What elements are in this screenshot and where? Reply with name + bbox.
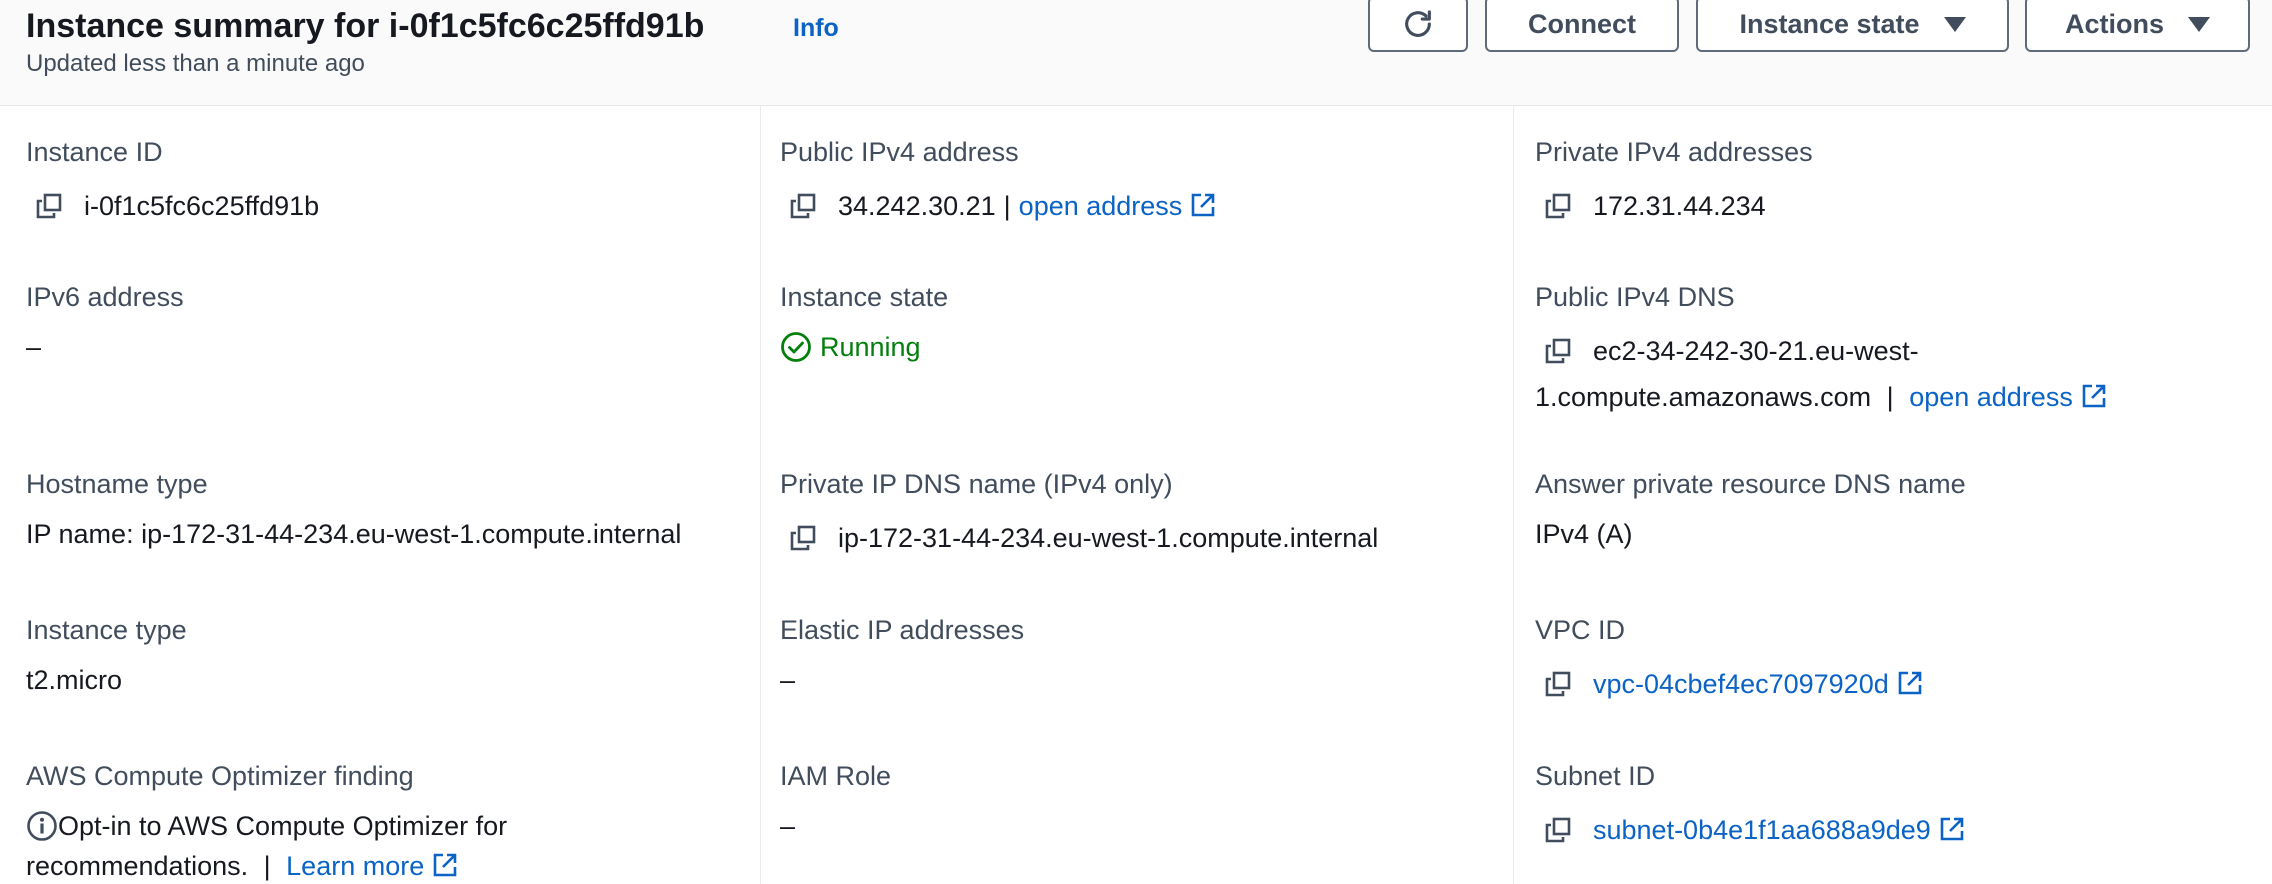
external-link-icon (1898, 671, 1922, 695)
open-address-link-text: open address (1909, 382, 2073, 412)
field-label: Answer private resource DNS name (1535, 469, 1966, 499)
external-link-icon (433, 853, 457, 877)
optimizer-message: Opt-in to AWS Compute Optimizer for (58, 811, 508, 841)
vpc-id-link[interactable]: vpc-04cbef4ec7097920d (1593, 667, 1923, 701)
open-address-link-text: open address (1018, 191, 1183, 221)
copy-icon[interactable] (1545, 671, 1571, 697)
info-circle-icon (27, 811, 57, 841)
field-instance-type: Instance type t2.micro (26, 613, 187, 697)
copy-icon[interactable] (1545, 817, 1571, 843)
refresh-button[interactable] (1368, 0, 1468, 52)
subnet-id-value: subnet-0b4e1f1aa688a9de9 (1593, 815, 1931, 845)
subnet-id-link[interactable]: subnet-0b4e1f1aa688a9de9 (1593, 813, 1965, 847)
hostname-type-value: IP name: ip-172-31-44-234.eu-west-1.comp… (26, 519, 682, 549)
field-iam-role: IAM Role – (780, 759, 891, 843)
field-label: Elastic IP addresses (780, 615, 1025, 645)
column-divider (760, 106, 761, 884)
field-label: Public IPv4 DNS (1535, 282, 1735, 312)
field-label: Instance state (780, 282, 949, 312)
caret-down-icon (2188, 16, 2210, 32)
field-instance-id: Instance ID i-0f1c5fc6c25ffd91b (26, 135, 319, 223)
field-private-ipv4: Private IPv4 addresses 172.31.44.234 (1535, 135, 1813, 223)
copy-icon[interactable] (790, 525, 816, 551)
separator: | (263, 851, 271, 881)
iam-role-value: – (780, 811, 796, 841)
updated-subtitle: Updated less than a minute ago (26, 50, 365, 77)
caret-down-icon (1943, 16, 1966, 32)
column-divider (1513, 106, 1514, 884)
field-compute-optimizer: AWS Compute Optimizer finding Opt-in to … (26, 759, 507, 883)
field-label: Instance type (26, 615, 187, 645)
status-running: Running (780, 330, 948, 364)
actions-label: Actions (2064, 8, 2164, 39)
public-dns-value-cont: 1.compute.amazonaws.com (1535, 382, 1872, 412)
ipv6-value: – (26, 332, 42, 362)
actions-dropdown[interactable]: Actions (2025, 0, 2250, 52)
instance-type-value: t2.micro (26, 665, 123, 695)
external-link-icon (2082, 384, 2106, 408)
field-label: Hostname type (26, 469, 208, 499)
instance-id-value: i-0f1c5fc6c25ffd91b (84, 191, 320, 221)
field-instance-state: Instance state Running (780, 280, 948, 364)
separator: | (1003, 191, 1011, 221)
summary-header: Instance summary for i-0f1c5fc6c25ffd91b… (0, 0, 2272, 106)
copy-icon[interactable] (790, 193, 816, 219)
field-label: VPC ID (1535, 615, 1626, 645)
page-title: Instance summary for i-0f1c5fc6c25ffd91b (26, 7, 705, 45)
field-answer-dns: Answer private resource DNS name IPv4 (A… (1535, 467, 1966, 551)
field-label: Private IP DNS name (IPv4 only) (780, 469, 1173, 499)
field-label: IAM Role (780, 761, 892, 791)
instance-state-label: Instance state (1739, 8, 1920, 39)
field-hostname-type: Hostname type IP name: ip-172-31-44-234.… (26, 467, 681, 551)
open-address-link[interactable]: open address (1909, 382, 2107, 412)
refresh-icon (1405, 10, 1431, 37)
connect-button[interactable]: Connect (1485, 0, 1679, 52)
external-link-icon (1191, 193, 1215, 217)
vpc-id-value: vpc-04cbef4ec7097920d (1593, 669, 1889, 699)
field-label: IPv6 address (26, 282, 184, 312)
instance-state-dropdown[interactable]: Instance state (1696, 0, 2009, 52)
public-dns-value: ec2-34-242-30-21.eu-west- (1593, 336, 1919, 366)
check-circle-icon (781, 332, 811, 362)
field-label: Instance ID (26, 137, 163, 167)
field-public-ipv4: Public IPv4 address 34.242.30.21 | open … (780, 135, 1216, 223)
field-vpc-id: VPC ID vpc-04cbef4ec7097920d (1535, 613, 1923, 701)
field-label: Private IPv4 addresses (1535, 137, 1813, 167)
learn-more-link[interactable]: Learn more (286, 851, 458, 881)
field-label: Subnet ID (1535, 761, 1656, 791)
instance-state-value: Running (820, 332, 921, 362)
open-address-link[interactable]: open address (1019, 189, 1217, 223)
copy-icon[interactable] (36, 193, 62, 219)
info-link[interactable]: Info (793, 14, 839, 43)
connect-label: Connect (1528, 8, 1636, 39)
copy-icon[interactable] (1545, 338, 1571, 364)
external-link-icon (1940, 817, 1964, 841)
elastic-ip-value: – (780, 665, 796, 695)
public-ipv4-value: 34.242.30.21 (838, 191, 996, 221)
learn-more-link-text: Learn more (286, 851, 425, 881)
optimizer-message-cont: recommendations. (26, 851, 249, 881)
field-public-dns: Public IPv4 DNS ec2-34-242-30-21.eu-west… (1535, 280, 2107, 414)
answer-dns-value: IPv4 (A) (1535, 519, 1633, 549)
private-ipv4-value: 172.31.44.234 (1593, 191, 1766, 221)
field-ipv6: IPv6 address – (26, 280, 184, 364)
field-subnet-id: Subnet ID subnet-0b4e1f1aa688a9de9 (1535, 759, 1965, 847)
separator: | (1886, 382, 1894, 412)
field-label: Public IPv4 address (780, 137, 1019, 167)
field-elastic-ip: Elastic IP addresses – (780, 613, 1024, 697)
field-label: AWS Compute Optimizer finding (26, 761, 414, 791)
copy-icon[interactable] (1545, 193, 1571, 219)
private-dns-value: ip-172-31-44-234.eu-west-1.compute.inter… (838, 523, 1379, 553)
field-private-dns: Private IP DNS name (IPv4 only) ip-172-3… (780, 467, 1378, 555)
